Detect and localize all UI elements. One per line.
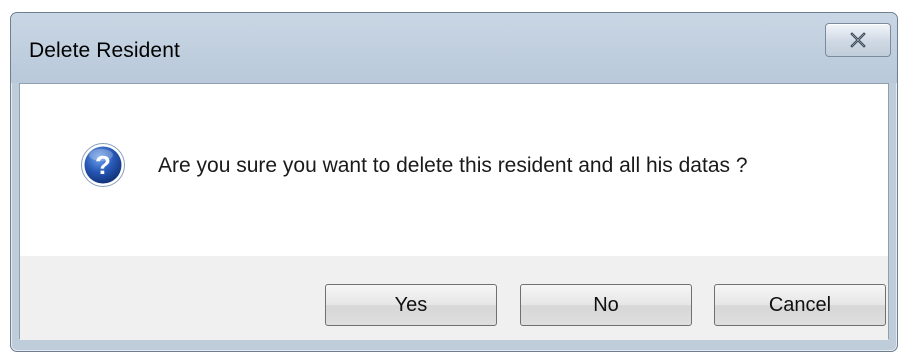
- question-icon: ?: [81, 143, 125, 187]
- close-icon: [850, 32, 866, 48]
- yes-button[interactable]: Yes: [325, 284, 497, 326]
- button-row: Yes No Cancel: [20, 256, 888, 340]
- title-bar[interactable]: Delete Resident: [11, 13, 897, 83]
- message-panel: ? Are you sure you want to delete this r…: [20, 84, 888, 256]
- no-button[interactable]: No: [520, 284, 692, 326]
- confirmation-message: Are you sure you want to delete this res…: [158, 154, 748, 177]
- dialog-content: ? Are you sure you want to delete this r…: [19, 83, 889, 340]
- svg-text:?: ?: [95, 150, 111, 180]
- cancel-button[interactable]: Cancel: [714, 284, 886, 326]
- close-button[interactable]: [825, 23, 891, 57]
- delete-resident-dialog: Delete Resident ? Are you sure you want …: [10, 12, 898, 352]
- window-title: Delete Resident: [29, 39, 180, 62]
